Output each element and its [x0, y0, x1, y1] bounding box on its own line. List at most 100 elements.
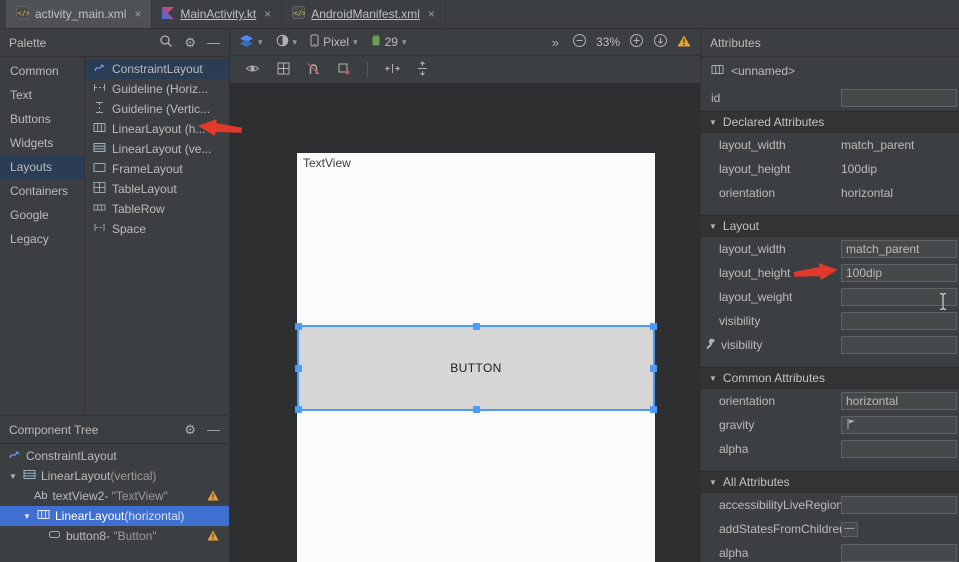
tools-visibility-input[interactable]: [841, 336, 957, 354]
palette-item-space[interactable]: Space: [85, 219, 229, 239]
tab-label: MainActivity.kt: [180, 7, 256, 21]
component-tree-list: ConstraintLayout ▼ LinearLayout(vertical…: [0, 444, 229, 546]
attributes-panel: Attributes <unnamed> id ▼ Declared Attri…: [700, 29, 959, 562]
wrench-icon: [705, 338, 717, 353]
close-tab-icon[interactable]: ×: [428, 8, 435, 20]
chevron-down-icon[interactable]: ▼: [22, 512, 32, 521]
palette-item-label: FrameLayout: [112, 162, 183, 176]
visibility-input[interactable]: [841, 312, 957, 330]
orientation-input[interactable]: horizontal: [841, 392, 957, 410]
autoconnect-off-magnet-icon[interactable]: [307, 62, 320, 78]
chevron-down-icon[interactable]: ▼: [8, 472, 18, 481]
palette-item-label: Guideline (Horiz...: [112, 82, 208, 96]
palette-category-text[interactable]: Text: [0, 83, 84, 107]
resize-handle-top-right[interactable]: [650, 323, 657, 330]
tree-node-button8[interactable]: button8- "Button": [0, 526, 229, 546]
minimize-icon[interactable]: —: [207, 423, 220, 436]
layout-width-input[interactable]: match_parent: [841, 240, 957, 258]
tree-node-linearlayout-horizontal[interactable]: ▼ LinearLayout(horizontal): [0, 506, 229, 526]
palette-body: Common Text Buttons Widgets Layouts Cont…: [0, 57, 229, 414]
selected-linearlayout[interactable]: BUTTON: [297, 325, 655, 411]
expand-vertical-icon[interactable]: [417, 61, 428, 79]
warnings-button[interactable]: [677, 35, 691, 50]
palette-item-linearlayout-vertical[interactable]: LinearLayout (ve...: [85, 139, 229, 159]
close-tab-icon[interactable]: ×: [134, 8, 141, 20]
tab-activity-main-xml[interactable]: </> activity_main.xml ×: [6, 0, 152, 28]
blueprint-mode-icon[interactable]: [277, 62, 290, 78]
palette-item-guideline-horizontal[interactable]: Guideline (Horiz...: [85, 79, 229, 99]
tab-androidmanifest-xml[interactable]: </> AndroidManifest.xml ×: [282, 0, 446, 28]
resize-handle-top[interactable]: [473, 323, 480, 330]
palette-item-constraintlayout[interactable]: ConstraintLayout: [85, 59, 229, 79]
palette-item-tablelayout[interactable]: TableLayout: [85, 179, 229, 199]
gear-icon[interactable]: ⚙: [184, 423, 196, 436]
section-layout[interactable]: ▼ Layout: [701, 215, 959, 237]
minimize-icon[interactable]: —: [207, 36, 220, 49]
attr-value[interactable]: 100dip: [841, 162, 959, 176]
gravity-input[interactable]: [841, 416, 957, 434]
tristate-checkbox[interactable]: —: [841, 522, 858, 537]
infer-constraints-icon[interactable]: [337, 62, 350, 78]
design-config-toolbar: ▾ ▾ Pixel ▾ 29 ▾ » 33%: [230, 29, 700, 56]
resize-handle-bottom-left[interactable]: [295, 406, 302, 413]
editor-tab-bar: </> activity_main.xml × MainActivity.kt …: [0, 0, 959, 29]
toolbar-overflow-icon[interactable]: »: [552, 35, 559, 50]
warning-icon: [207, 530, 219, 544]
palette-item-label: TableLayout: [112, 182, 177, 196]
close-tab-icon[interactable]: ×: [264, 8, 271, 20]
tab-mainactivity-kt[interactable]: MainActivity.kt ×: [152, 0, 282, 28]
orientation-variant-button[interactable]: ▾: [239, 34, 263, 50]
palette-item-framelayout[interactable]: FrameLayout: [85, 159, 229, 179]
constraintlayout-icon: [8, 448, 21, 464]
resize-handle-right[interactable]: [650, 365, 657, 372]
device-selector[interactable]: Pixel ▾: [310, 34, 358, 50]
attr-name: gravity: [719, 418, 841, 432]
palette-category-google[interactable]: Google: [0, 203, 84, 227]
palette-category-containers[interactable]: Containers: [0, 179, 84, 203]
canvas-textview[interactable]: TextView: [303, 156, 351, 170]
attr-name: visibility: [721, 338, 837, 352]
palette-category-legacy[interactable]: Legacy: [0, 227, 84, 251]
tree-node-linearlayout-vertical[interactable]: ▼ LinearLayout(vertical): [0, 466, 229, 486]
tree-node-constraintlayout[interactable]: ConstraintLayout: [0, 446, 229, 466]
section-title: Declared Attributes: [723, 115, 824, 129]
attr-value[interactable]: horizontal: [841, 186, 959, 200]
palette-category-buttons[interactable]: Buttons: [0, 107, 84, 131]
pack-horizontal-icon[interactable]: [385, 63, 400, 77]
tree-node-label: textView2- "TextView": [52, 489, 167, 503]
resize-handle-bottom[interactable]: [473, 406, 480, 413]
palette-category-common[interactable]: Common: [0, 59, 84, 83]
view-options-eye-icon[interactable]: [245, 63, 260, 77]
tree-node-textview2[interactable]: Ab textView2- "TextView": [0, 486, 229, 506]
id-input[interactable]: [841, 89, 957, 107]
zoom-in-button[interactable]: [629, 33, 644, 51]
resize-handle-left[interactable]: [295, 365, 302, 372]
layout-height-input[interactable]: 100dip: [841, 264, 957, 282]
attr-row-alpha: alpha: [701, 437, 959, 461]
attr-row-layout-width-declared: layout_width match_parent: [701, 133, 959, 157]
annotation-arrow-palette: [197, 114, 243, 139]
phone-icon: [310, 34, 319, 50]
section-common-attributes[interactable]: ▼ Common Attributes: [701, 367, 959, 389]
section-declared-attributes[interactable]: ▼ Declared Attributes: [701, 111, 959, 133]
attr-value[interactable]: match_parent: [841, 138, 959, 152]
attributes-body: <unnamed> id ▼ Declared Attributes layou…: [701, 57, 959, 562]
resize-handle-top-left[interactable]: [295, 323, 302, 330]
zoom-out-button[interactable]: [572, 33, 587, 51]
android-device-icon: [371, 34, 381, 50]
gear-icon[interactable]: ⚙: [184, 36, 196, 49]
palette-item-tablerow[interactable]: TableRow: [85, 199, 229, 219]
alpha-all-input[interactable]: [841, 544, 957, 562]
api-level-selector[interactable]: 29 ▾: [371, 34, 407, 50]
alpha-input[interactable]: [841, 440, 957, 458]
section-all-attributes[interactable]: ▼ All Attributes: [701, 471, 959, 493]
api-level: 29: [385, 35, 398, 49]
search-icon[interactable]: [159, 34, 173, 51]
palette-category-layouts[interactable]: Layouts: [0, 155, 84, 179]
accessibilityliveregion-input[interactable]: [841, 496, 957, 514]
zoom-to-fit-button[interactable]: [653, 33, 668, 51]
resize-handle-bottom-right[interactable]: [650, 406, 657, 413]
canvas-button[interactable]: BUTTON: [450, 361, 502, 375]
theme-button[interactable]: ▾: [276, 34, 298, 50]
palette-category-widgets[interactable]: Widgets: [0, 131, 84, 155]
